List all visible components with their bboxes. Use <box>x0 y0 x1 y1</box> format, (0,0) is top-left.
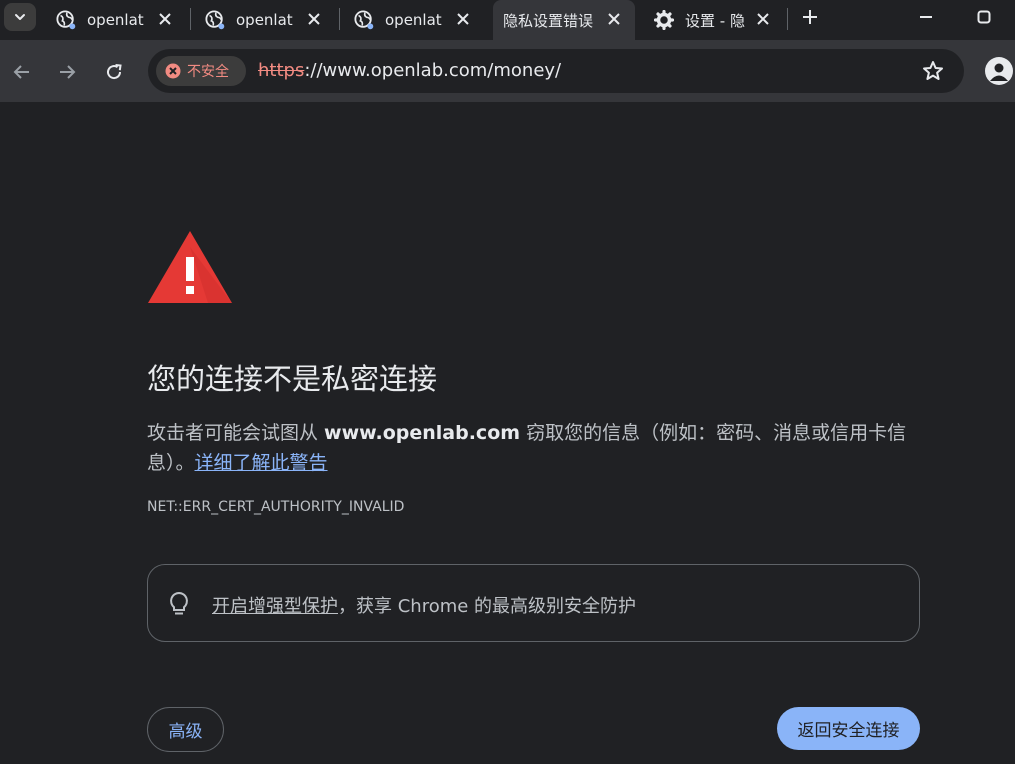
tab[interactable]: openlat <box>336 0 484 40</box>
close-icon[interactable] <box>156 10 174 28</box>
security-chip[interactable]: 不安全 <box>156 56 246 86</box>
warning-description: 攻击者可能会试图从 www.openlab.com 窃取您的信息（例如：密码、消… <box>147 418 907 478</box>
close-icon[interactable] <box>454 10 472 28</box>
address-bar[interactable]: 不安全 https://www.openlab.com/money/ <box>148 49 964 93</box>
arrow-left-icon <box>13 65 29 79</box>
gear-icon <box>654 10 674 30</box>
warning-triangle-icon <box>148 231 232 303</box>
desc-prefix: 攻击者可能会试图从 <box>147 422 325 444</box>
person-icon <box>990 63 1008 81</box>
close-icon[interactable] <box>605 10 623 28</box>
page-title: 您的连接不是私密连接 <box>147 362 438 396</box>
new-tab-button[interactable] <box>798 5 822 29</box>
tab[interactable]: 设置 - 隐 <box>636 0 784 40</box>
lightbulb-icon <box>170 591 188 615</box>
url-path: ://www.openlab.com/money/ <box>304 60 562 81</box>
maximize-button[interactable] <box>964 3 1004 31</box>
reload-icon <box>107 64 122 80</box>
tab-title: openlat <box>87 11 144 29</box>
promo-suffix: ，获享 Chrome 的最高级别安全防护 <box>338 596 637 617</box>
tab[interactable]: openlat <box>187 0 335 40</box>
arrow-right-icon <box>60 65 76 79</box>
advanced-button[interactable]: 高级 <box>147 707 224 752</box>
globe-icon <box>56 10 76 30</box>
error-icon <box>165 63 181 79</box>
desc-domain: www.openlab.com <box>324 422 521 444</box>
learn-more-link[interactable]: 详细了解此警告 <box>195 452 328 474</box>
globe-icon <box>354 10 374 30</box>
tab-title: 设置 - 隐 <box>685 11 745 30</box>
tab-separator <box>787 8 788 30</box>
enhanced-protection-promo: 开启增强型保护，获享 Chrome 的最高级别安全防护 <box>147 564 920 642</box>
url-text[interactable]: https://www.openlab.com/money/ <box>258 60 561 81</box>
minimize-button[interactable] <box>906 3 946 31</box>
minimize-icon <box>920 16 932 18</box>
maximize-icon <box>977 10 991 24</box>
globe-icon <box>205 10 225 30</box>
security-label: 不安全 <box>187 64 229 80</box>
tab-title: openlat <box>236 11 293 29</box>
promo-text: 开启增强型保护，获享 Chrome 的最高级别安全防护 <box>212 592 636 618</box>
chevron-down-icon <box>15 14 25 20</box>
url-scheme: https <box>258 60 305 81</box>
close-icon[interactable] <box>305 10 323 28</box>
close-icon[interactable] <box>754 10 772 28</box>
back-to-safety-button[interactable]: 返回安全连接 <box>777 707 920 750</box>
tab-active[interactable]: 隐私设置错误 <box>493 0 635 40</box>
tab-title: openlat <box>385 11 442 29</box>
profile-avatar[interactable] <box>985 57 1013 85</box>
tab-strip: openlat openlat openlat 隐私设置错误 设置 - 隐 <box>0 0 1015 40</box>
forward-button[interactable] <box>53 58 81 86</box>
bookmark-star-icon[interactable] <box>922 60 944 82</box>
enhanced-protection-link[interactable]: 开启增强型保护 <box>212 596 338 617</box>
plus-icon <box>803 10 817 24</box>
tab-title: 隐私设置错误 <box>503 11 593 30</box>
browser-toolbar: 不安全 https://www.openlab.com/money/ <box>0 40 1015 102</box>
tab-search-button[interactable] <box>4 3 36 31</box>
tab[interactable]: openlat <box>38 0 186 40</box>
back-button[interactable] <box>8 58 36 86</box>
reload-button[interactable] <box>100 58 128 86</box>
error-code: NET::ERR_CERT_AUTHORITY_INVALID <box>147 499 405 515</box>
